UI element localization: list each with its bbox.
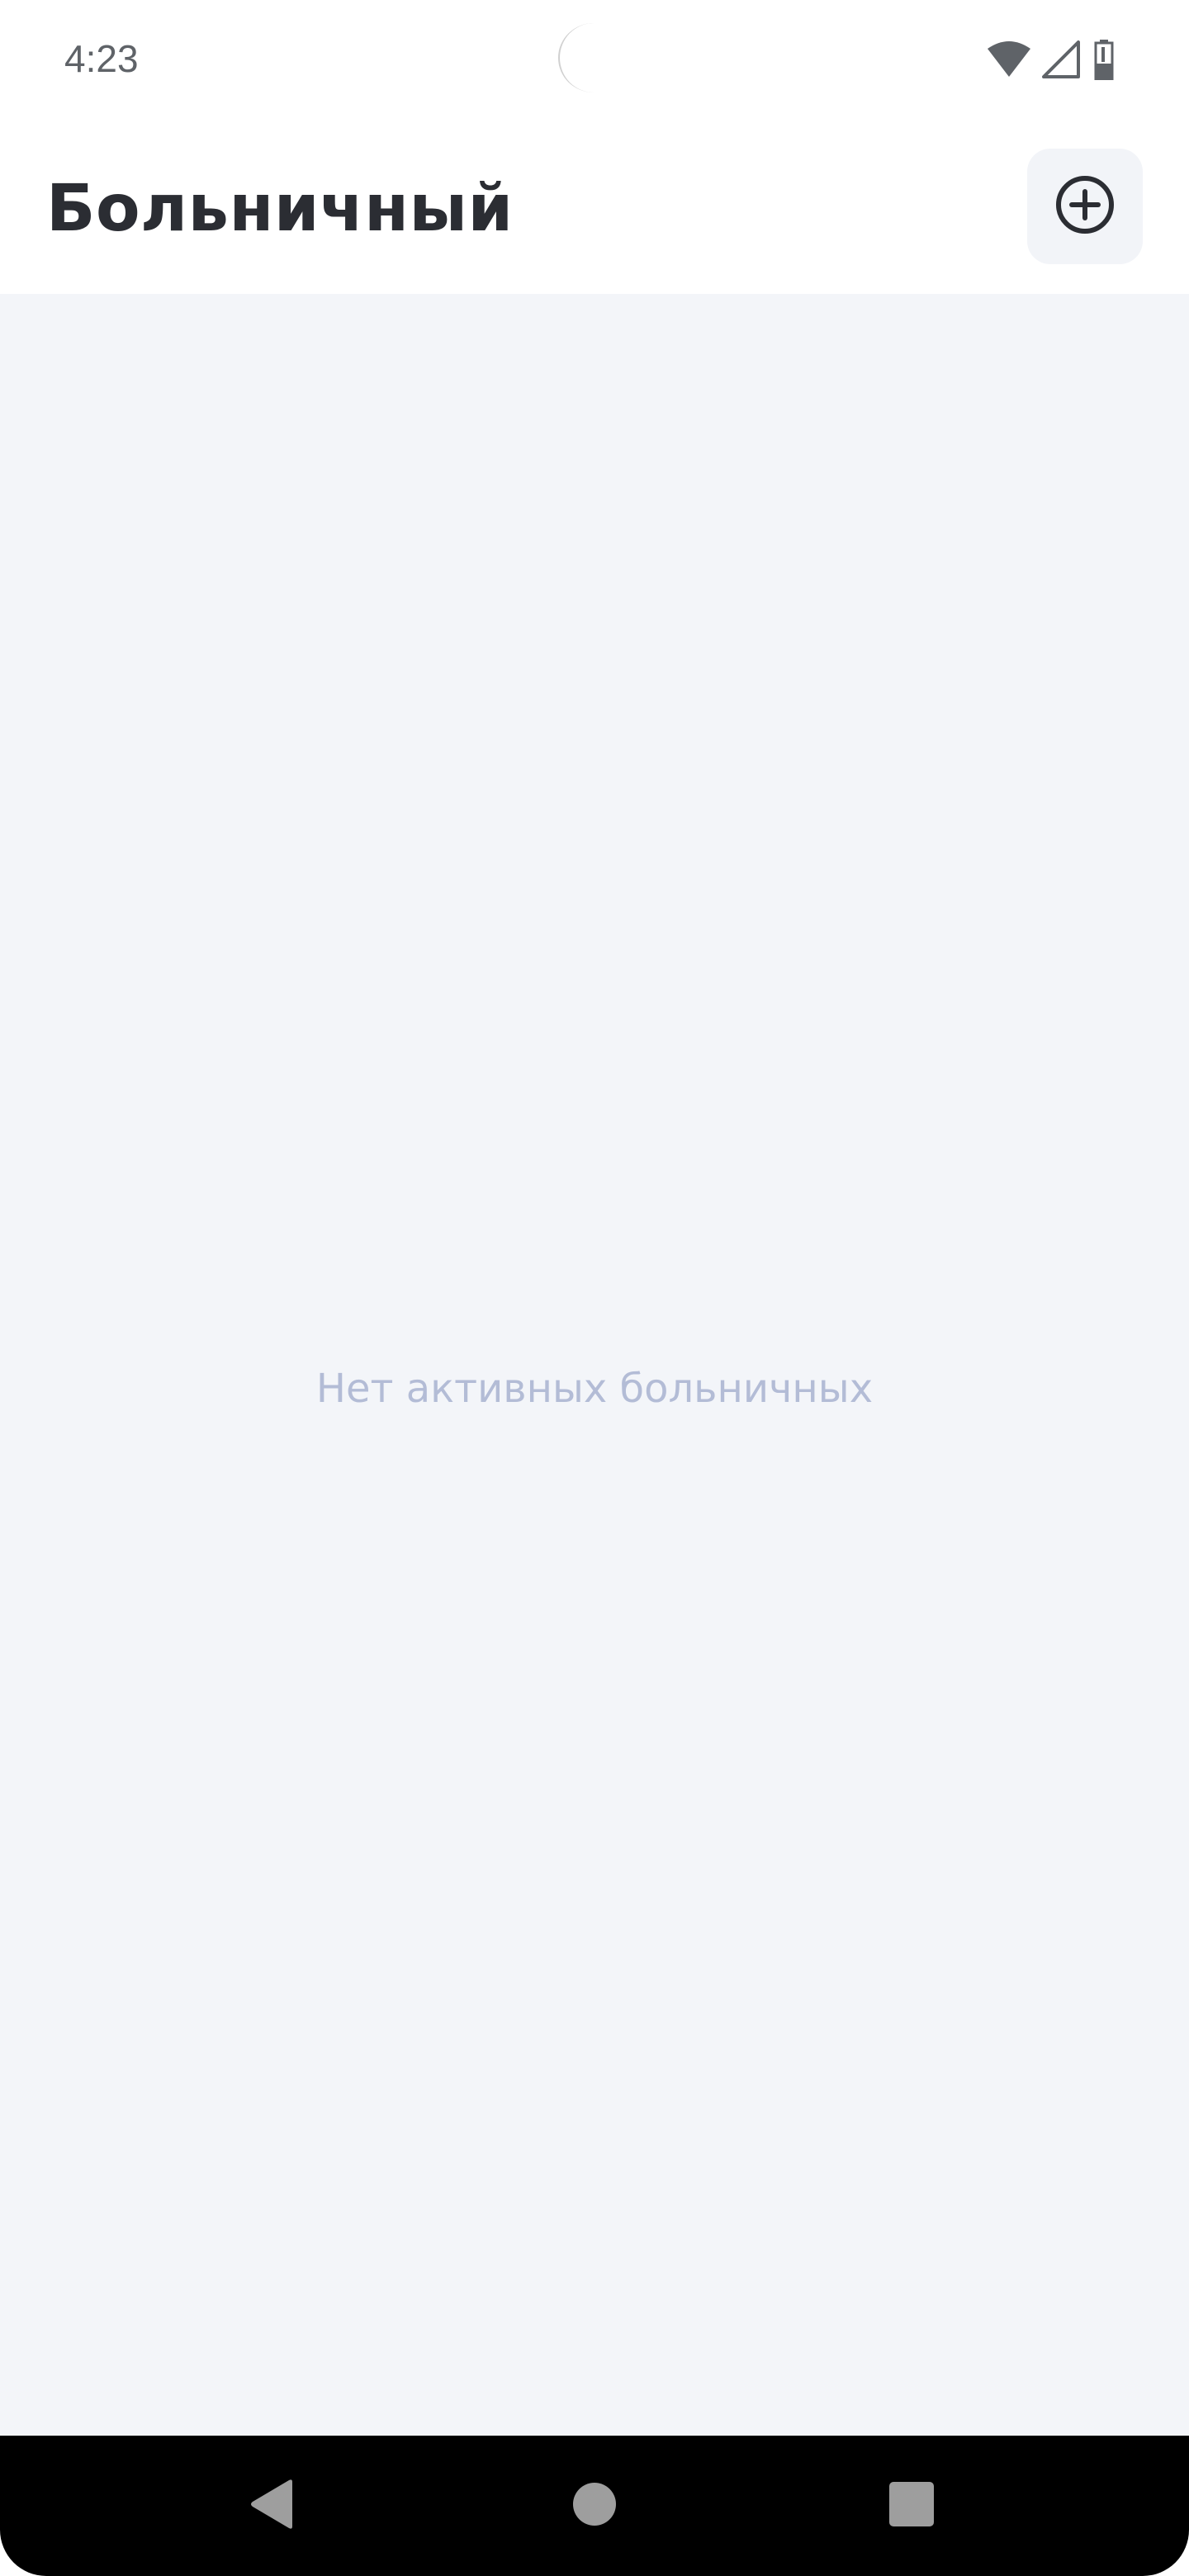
recents-icon: [888, 2481, 935, 2531]
home-icon: [572, 2482, 617, 2531]
add-circle-icon: [1054, 173, 1116, 240]
camera-cutout: [558, 23, 629, 92]
status-time: 4:23: [64, 37, 139, 80]
recents-button[interactable]: [854, 2436, 969, 2576]
battery-icon: [1090, 39, 1118, 80]
back-icon: [248, 2479, 297, 2534]
sick-leave-list: Нет активных больничных: [0, 294, 1189, 2436]
page-title: Больничный: [46, 172, 514, 246]
status-bar: 4:23: [0, 0, 1189, 124]
wifi-icon: [986, 40, 1032, 78]
cellular-signal-icon: [1042, 40, 1080, 78]
empty-state-message: Нет активных больничных: [315, 1366, 874, 1412]
home-button[interactable]: [537, 2436, 652, 2576]
navigation-bar: [0, 2436, 1189, 2576]
back-button[interactable]: [215, 2436, 330, 2576]
screen: 4:23 Больничный Нет активных больничных: [0, 0, 1189, 2576]
status-icons: [986, 38, 1118, 81]
app-header: Больничный: [0, 124, 1189, 294]
add-sick-leave-button[interactable]: [1027, 149, 1143, 264]
